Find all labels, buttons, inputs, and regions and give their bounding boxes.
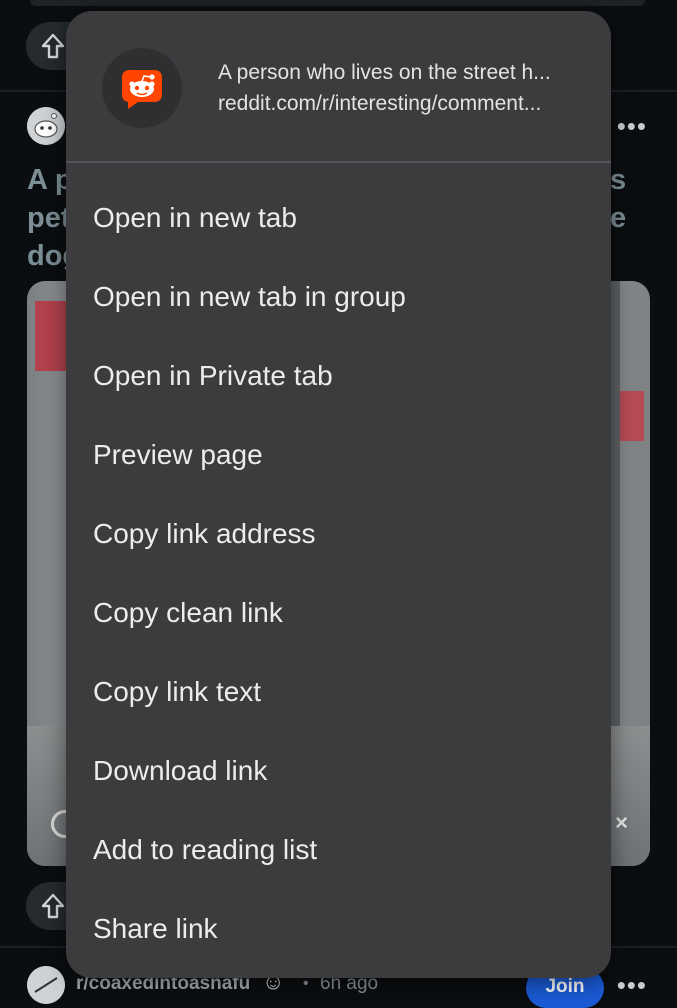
site-favicon xyxy=(102,48,182,128)
menu-item-copy-link-text[interactable]: Copy link text xyxy=(66,652,611,731)
more-options-icon[interactable]: ••• xyxy=(617,113,647,139)
close-icon[interactable]: × xyxy=(615,810,628,836)
subreddit-avatar[interactable] xyxy=(27,966,65,1004)
avatar[interactable] xyxy=(27,107,65,145)
post-title-fragment[interactable]: pet xyxy=(27,202,71,235)
menu-item-open-private-tab[interactable]: Open in Private tab xyxy=(66,336,611,415)
menu-item-copy-link-address[interactable]: Copy link address xyxy=(66,494,611,573)
menu-header: A person who lives on the street h... re… xyxy=(66,11,611,162)
upvote-icon[interactable] xyxy=(40,892,66,920)
snoo-avatar-icon xyxy=(27,107,65,145)
menu-item-open-new-tab[interactable]: Open in new tab xyxy=(66,178,611,257)
link-url: reddit.com/r/interesting/comment... xyxy=(218,92,542,115)
link-context-menu: A person who lives on the street h... re… xyxy=(66,11,611,978)
upvote-icon[interactable] xyxy=(40,32,66,60)
media-detail xyxy=(35,301,67,371)
menu-item-list: Open in new tab Open in new tab in group… xyxy=(66,178,611,968)
more-options-icon[interactable]: ••• xyxy=(617,972,647,998)
menu-item-download-link[interactable]: Download link xyxy=(66,731,611,810)
menu-item-preview-page[interactable]: Preview page xyxy=(66,415,611,494)
menu-item-share-link[interactable]: Share link xyxy=(66,889,611,968)
post-title-fragment[interactable]: s xyxy=(610,164,626,197)
previous-post-media-edge xyxy=(30,0,645,6)
post-title-fragment[interactable]: e xyxy=(610,202,626,235)
subreddit-avatar-icon xyxy=(27,966,65,1004)
menu-item-open-new-tab-in-group[interactable]: Open in new tab in group xyxy=(66,257,611,336)
menu-item-copy-clean-link[interactable]: Copy clean link xyxy=(66,573,611,652)
reddit-icon xyxy=(122,70,162,109)
link-title: A person who lives on the street h... xyxy=(218,61,551,84)
menu-divider xyxy=(66,161,611,163)
menu-item-add-to-reading-list[interactable]: Add to reading list xyxy=(66,810,611,889)
